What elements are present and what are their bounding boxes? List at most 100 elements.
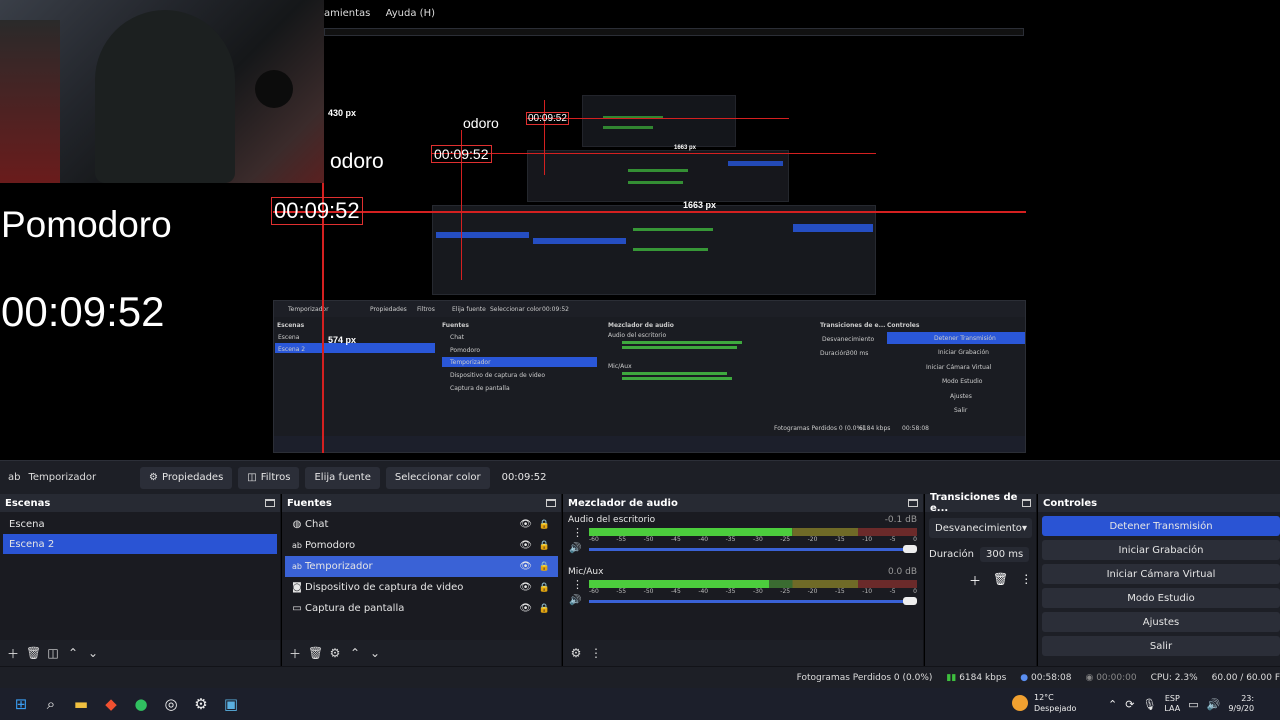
lock-icon[interactable]: 🔒 <box>539 541 550 551</box>
settings-button[interactable]: Ajustes <box>1042 612 1280 632</box>
gear-icon[interactable]: ⚙ <box>328 646 342 660</box>
stop-stream-button[interactable]: Detener Transmisión <box>1042 516 1280 536</box>
eye-icon[interactable]: 👁 <box>519 603 532 614</box>
filters-button[interactable]: ◫ Filtros <box>238 466 300 489</box>
add-icon[interactable]: ＋ <box>6 645 20 662</box>
nested-preview-2 <box>432 205 876 295</box>
lock-icon[interactable]: 🔒 <box>539 604 550 614</box>
meter-tick: -55 <box>616 536 627 543</box>
kebab-icon[interactable]: ⋮ <box>572 526 583 539</box>
weather-widget[interactable]: 12°C Despejado <box>1012 692 1076 714</box>
trash-icon[interactable]: 🗑 <box>993 572 1008 589</box>
source-item-video-capture[interactable]: ◙ Dispositivo de captura de video 👁 🔒 <box>285 577 558 598</box>
source-item-screen-capture[interactable]: ▭ Captura de pantalla 👁 🔒 <box>285 598 558 619</box>
undock-icon[interactable] <box>1022 499 1031 507</box>
volume-slider[interactable] <box>589 597 917 605</box>
keyboard-layout: LAA <box>1164 704 1181 713</box>
undock-icon[interactable] <box>546 499 556 507</box>
speaker-icon[interactable]: 🔊 <box>569 543 581 554</box>
search-icon[interactable]: ⌕ <box>36 689 66 719</box>
slider-knob[interactable] <box>903 597 917 605</box>
clock[interactable]: 23: 9/9/20 <box>1228 694 1254 714</box>
timer-value-field[interactable]: 00:09:52 <box>496 467 553 489</box>
undock-icon[interactable] <box>908 499 918 507</box>
obs-icon[interactable]: ◎ <box>156 689 186 719</box>
undock-icon[interactable] <box>265 499 275 507</box>
eye-icon[interactable]: 👁 <box>519 540 532 551</box>
studio-mode-button[interactable]: Modo Estudio <box>1042 588 1280 608</box>
windows-start-icon[interactable]: ⊞ <box>6 689 36 719</box>
selected-timer-source[interactable]: 00:09:52 <box>271 197 363 225</box>
mini-control <box>793 224 873 232</box>
transition-select[interactable]: Desvanecimiento ▾ <box>929 518 1032 538</box>
kebab-icon[interactable]: ⋮ <box>1020 572 1032 589</box>
arrow-up-icon[interactable]: ⌃ <box>348 646 362 660</box>
arrow-down-icon[interactable]: ⌄ <box>86 646 100 660</box>
scene-item-selected[interactable]: Escena 2 <box>3 534 277 554</box>
text-icon: ab <box>292 541 302 550</box>
speaker-icon[interactable]: 🔊 <box>569 595 581 606</box>
file-explorer-icon[interactable]: ▬ <box>66 689 96 719</box>
gear-icon: ⚙ <box>149 472 158 483</box>
sources-footer: ＋ 🗑 ⚙ ⌃ ⌄ <box>282 640 561 666</box>
scenes-dock: Escenas Escena Escena 2 ＋ 🗑 ◫ ⌃ ⌄ <box>0 494 281 666</box>
mini-source-4: Dispositivo de captura de video <box>450 372 546 379</box>
nested-pomodoro-text: odoro <box>330 150 384 173</box>
meter-tick: -30 <box>752 536 763 543</box>
source-item-temporizador[interactable]: ab Temporizador 👁 🔒 <box>285 556 558 577</box>
eye-icon[interactable]: 👁 <box>519 519 532 530</box>
trash-icon[interactable]: 🗑 <box>308 646 323 660</box>
settings-app-icon[interactable]: ⚙ <box>186 689 216 719</box>
scene-item[interactable]: Escena <box>3 514 277 534</box>
text-source-icon: ab <box>8 472 21 483</box>
volume-meter <box>589 580 917 588</box>
kebab-icon[interactable]: ⋮ <box>589 646 603 660</box>
language-indicator[interactable]: ESP LAA <box>1164 694 1180 714</box>
bitrate-value: 6184 kbps <box>959 672 1007 683</box>
duration-input[interactable]: 300 ms <box>980 546 1030 562</box>
add-icon[interactable]: ＋ <box>288 645 302 662</box>
meter-tick: -20 <box>807 536 818 543</box>
source-item-pomodoro[interactable]: ab Pomodoro 👁 🔒 <box>285 535 558 556</box>
arrow-up-icon[interactable]: ⌃ <box>66 646 80 660</box>
arrow-down-icon[interactable]: ⌄ <box>368 646 382 660</box>
add-icon[interactable]: ＋ <box>969 572 981 589</box>
mini-meter <box>628 169 688 172</box>
gear-icon[interactable]: ⚙ <box>569 646 583 660</box>
eye-icon[interactable]: 👁 <box>519 561 532 572</box>
mic-icon[interactable]: 🎙 <box>1142 698 1156 711</box>
mini-status-time: 00:58:08 <box>902 425 929 432</box>
source-label: Chat <box>305 519 329 530</box>
app-window-icon[interactable]: ▣ <box>216 689 246 719</box>
source-item-chat[interactable]: ◍ Chat 👁 🔒 <box>285 514 558 535</box>
kebab-icon[interactable]: ⋮ <box>572 578 583 591</box>
trash-icon[interactable]: 🗑 <box>26 646 41 660</box>
chevron-up-icon[interactable]: ⌃ <box>1108 698 1117 711</box>
spotify-icon[interactable]: ● <box>126 689 156 719</box>
volume-slider[interactable] <box>589 545 917 553</box>
lock-icon[interactable]: 🔒 <box>539 583 550 593</box>
start-recording-button[interactable]: Iniciar Grabación <box>1042 540 1280 560</box>
brave-browser-icon[interactable]: ◆ <box>96 689 126 719</box>
slider-knob[interactable] <box>903 545 917 553</box>
select-color-button[interactable]: Seleccionar color <box>385 466 490 489</box>
start-virtual-camera-button[interactable]: Iniciar Cámara Virtual <box>1042 564 1280 584</box>
exit-button[interactable]: Salir <box>1042 636 1280 656</box>
choose-source-button[interactable]: Elija fuente <box>305 466 380 489</box>
record-time: 00:00:00 <box>1096 672 1137 683</box>
filter-icon[interactable]: ◫ <box>46 646 60 660</box>
network-icon[interactable]: ▭ <box>1188 698 1198 711</box>
meter-tick: -45 <box>670 536 681 543</box>
sync-icon[interactable]: ⟳ <box>1125 698 1134 711</box>
scenes-header: Escenas <box>0 494 280 512</box>
lock-icon[interactable]: 🔒 <box>539 520 550 530</box>
text-icon: ab <box>292 562 302 571</box>
mini-meter <box>633 228 713 231</box>
preview-canvas[interactable]: amientas Ayuda (H) Pomodoro 00:09:52 Tem… <box>0 0 1280 460</box>
properties-button[interactable]: ⚙ Propiedades <box>140 466 233 489</box>
mixer-channel-mic: Mic/Aux 0.0 dB ⋮ -60 -55 -50 -45 -40 -35 -30 -2… <box>563 564 923 616</box>
volume-icon[interactable]: 🔊 <box>1207 698 1221 711</box>
mini-control-1: Detener Transmisión <box>934 335 996 342</box>
eye-icon[interactable]: 👁 <box>519 582 532 593</box>
lock-icon[interactable]: 🔒 <box>539 562 550 572</box>
